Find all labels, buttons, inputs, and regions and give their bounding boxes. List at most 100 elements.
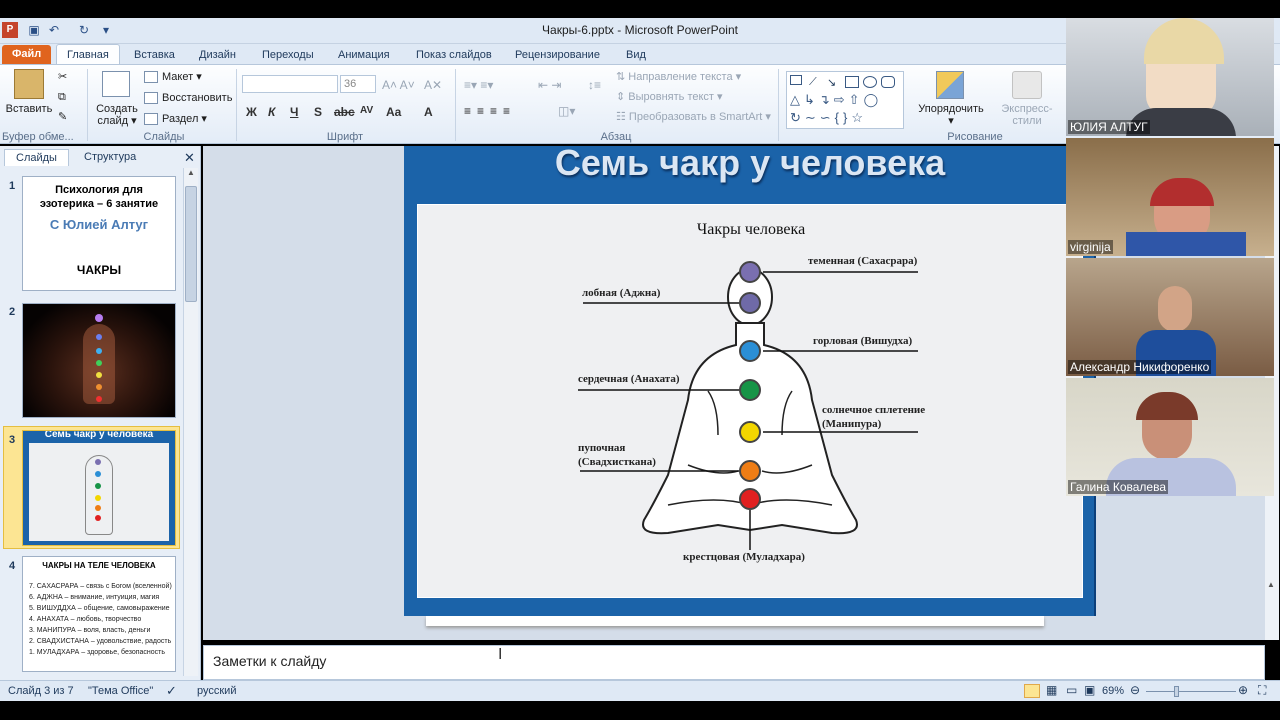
tab-view[interactable]: Вид	[626, 46, 646, 64]
thumbnail-number: 3	[9, 434, 16, 446]
chakra-dot	[95, 515, 101, 521]
spacing-icon[interactable]: AV	[360, 105, 373, 116]
tab-insert[interactable]: Вставка	[134, 46, 175, 64]
chakra-dot	[96, 360, 102, 366]
video-tile-3[interactable]: Александр Никифоренко	[1066, 258, 1274, 376]
arrange-button[interactable]: Упорядочить ▾	[914, 103, 988, 127]
shadow-icon[interactable]: S	[314, 105, 322, 119]
throat-chakra-circle	[739, 340, 761, 362]
arrange-icon[interactable]	[936, 71, 964, 99]
strikethrough-icon[interactable]: abc	[334, 105, 355, 119]
shapes-gallery[interactable]: ⟋ ↘ △↳↴⇨⇧◯ ↻∼∽{}☆	[786, 71, 904, 129]
current-slide[interactable]: Семь чакр у человека Чакры человека теме…	[404, 142, 1096, 616]
font-size-select[interactable]: 36	[340, 75, 376, 93]
chakra-diagram[interactable]: Чакры человека теменная (Сахасрара) лобн…	[417, 204, 1083, 598]
slide-thumbnail-1[interactable]: Психология для эзотерика – 6 занятие С Ю…	[22, 176, 176, 291]
columns-icon[interactable]: ◫▾	[558, 103, 575, 119]
bold-icon[interactable]: Ж	[246, 105, 257, 119]
scroll-up-icon[interactable]: ▲	[185, 168, 197, 182]
chakra-dot	[95, 471, 101, 477]
video-tile-1[interactable]: ЮЛИЯ АЛТУГ	[1066, 18, 1274, 136]
shape-row-3-icons[interactable]: ↻∼∽{}☆	[790, 110, 867, 126]
slide-thumbnail-2[interactable]	[22, 303, 176, 418]
participant-name: Галина Ковалева	[1068, 480, 1169, 494]
tab-design[interactable]: Дизайн	[199, 46, 236, 64]
tab-home[interactable]: Главная	[56, 44, 120, 65]
notes-placeholder[interactable]: Заметки к слайду	[213, 653, 326, 669]
scroll-up-icon[interactable]: ▲	[1267, 580, 1275, 589]
align-text-button[interactable]: ⇕ Выровнять текст ▾	[616, 89, 723, 105]
smartart-button[interactable]: ☷ Преобразовать в SmartArt ▾	[616, 109, 771, 125]
crown-chakra-circle	[739, 261, 761, 283]
group-divider	[778, 69, 779, 141]
section-button[interactable]: Раздел ▾	[144, 111, 207, 127]
cut-icon[interactable]: ✂	[58, 69, 67, 85]
chakra-dot	[95, 314, 103, 322]
rectangle-shape-icon[interactable]	[845, 76, 859, 88]
normal-view-icon[interactable]	[1024, 684, 1040, 698]
spell-check-icon[interactable]: ✓	[166, 683, 177, 699]
align-icons[interactable]: ≡≡≡≡	[464, 103, 516, 119]
text-direction-button[interactable]: ⇅ Направление текста ▾	[616, 69, 741, 85]
rounded-rect-shape-icon[interactable]	[881, 76, 895, 88]
slideshow-view-icon[interactable]: ▣	[1084, 683, 1095, 697]
slide-thumbnail-3[interactable]: Семь чакр у человека	[22, 430, 176, 546]
change-case-icon[interactable]: Aa	[386, 105, 401, 119]
zoom-slider-thumb[interactable]	[1174, 686, 1179, 697]
sorter-view-icon[interactable]: ▦	[1046, 683, 1057, 697]
tab-slideshow[interactable]: Показ слайдов	[416, 46, 492, 64]
slide-thumbnail-4[interactable]: ЧАКРЫ НА ТЕЛЕ ЧЕЛОВЕКА 7. САХАСРАРА – св…	[22, 556, 176, 672]
italic-icon[interactable]: К	[268, 105, 275, 119]
tab-animation[interactable]: Анимация	[338, 46, 390, 64]
slide-counter: Слайд 3 из 7	[8, 685, 74, 697]
clear-format-icon[interactable]: A✕	[424, 77, 442, 93]
slide-title[interactable]: Семь чакр у человека	[404, 142, 1096, 184]
tab-transitions[interactable]: Переходы	[262, 46, 314, 64]
layout-button[interactable]: Макет ▾	[144, 69, 202, 85]
label-sacral: пупочная (Свадхисткана)	[578, 442, 656, 468]
line-spacing-icon[interactable]: ↕≡	[588, 77, 601, 93]
reading-view-icon[interactable]: ▭	[1066, 683, 1077, 697]
close-panel-icon[interactable]: ✕	[184, 150, 195, 166]
zoom-level[interactable]: 69%	[1102, 685, 1124, 697]
quick-styles-button[interactable]: Экспресс-стили	[988, 103, 1066, 127]
chakra-dot	[95, 483, 101, 489]
panel-scroll-thumb[interactable]	[185, 186, 197, 302]
font-color-icon[interactable]: A	[424, 105, 433, 119]
underline-icon[interactable]: Ч	[290, 105, 298, 119]
video-tile-2[interactable]: virginija	[1066, 138, 1274, 256]
oval-shape-icon[interactable]	[863, 76, 877, 88]
reset-button[interactable]: Восстановить	[144, 90, 232, 106]
language-indicator[interactable]: русский	[197, 685, 236, 697]
tab-slides[interactable]: Слайды	[4, 149, 69, 166]
notes-pane[interactable]: Заметки к слайду I	[203, 645, 1265, 680]
line-shape-icon[interactable]: ⟋	[809, 76, 817, 89]
new-slide-icon[interactable]	[102, 71, 130, 97]
zoom-out-icon[interactable]: ⊖	[1130, 683, 1140, 697]
zoom-slider[interactable]	[1146, 691, 1236, 692]
indent-icon[interactable]: ⇤ ⇥	[538, 77, 561, 93]
bullets-icon[interactable]: ≡▾ ≡▾	[464, 77, 493, 93]
thumb3-title: Семь чакр у человека	[44, 430, 154, 440]
shape-row-2-icons[interactable]: △↳↴⇨⇧◯	[790, 92, 882, 108]
label-root: крестцовая (Муладхара)	[683, 551, 805, 563]
new-slide-button[interactable]: Создать слайд ▾	[92, 103, 142, 127]
font-name-select[interactable]	[242, 75, 338, 93]
fit-slide-icon[interactable]: ⛶	[1258, 683, 1266, 698]
copy-icon[interactable]: ⧉	[58, 89, 66, 105]
panel-scrollbar[interactable]: ▲	[183, 168, 198, 676]
quick-styles-icon[interactable]	[1012, 71, 1042, 99]
grow-font-icon[interactable]: A˄ A˅	[382, 77, 415, 93]
video-tile-4[interactable]: Галина Ковалева	[1066, 378, 1274, 496]
paste-button[interactable]: Вставить	[4, 103, 54, 115]
theme-name[interactable]: "Тема Office"	[88, 685, 153, 697]
textbox-shape-icon[interactable]	[790, 75, 802, 85]
format-painter-icon[interactable]: ✎	[58, 109, 67, 125]
paste-icon[interactable]	[14, 69, 44, 99]
arrow-shape-icon[interactable]: ↘	[827, 76, 836, 89]
chakra-dot	[96, 384, 102, 390]
tab-review[interactable]: Рецензирование	[515, 46, 600, 64]
tab-file[interactable]: Файл	[2, 45, 52, 64]
tab-outline[interactable]: Структура	[78, 149, 142, 166]
zoom-in-icon[interactable]: ⊕	[1238, 683, 1248, 697]
